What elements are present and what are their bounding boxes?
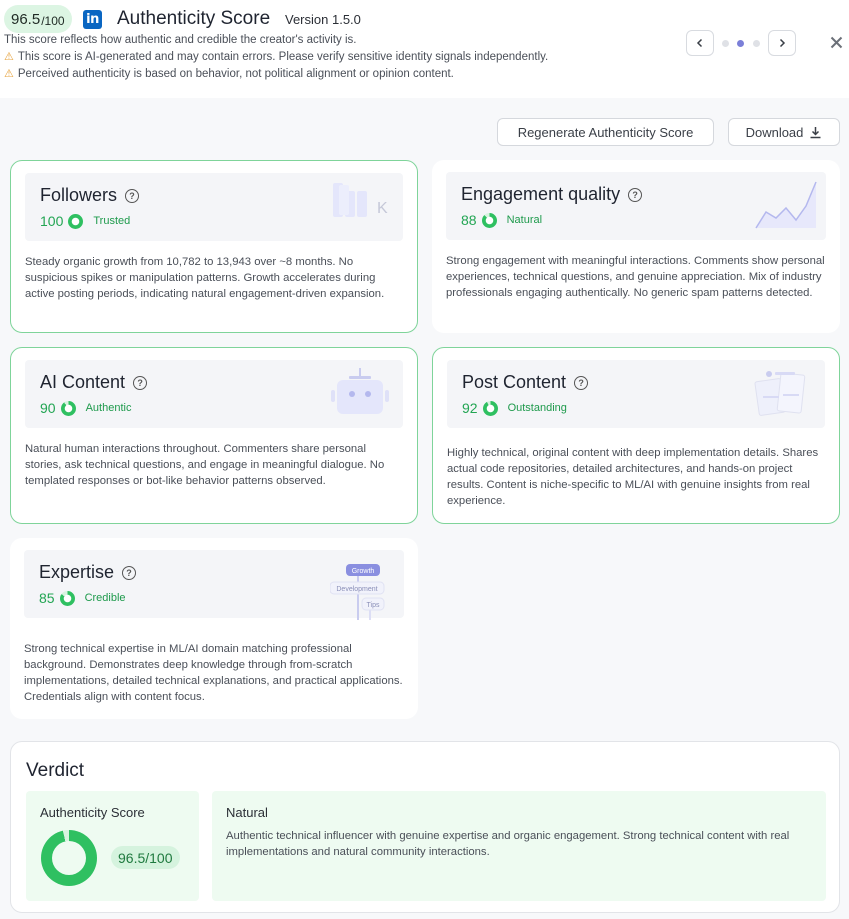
card-score: 85 Credible (39, 590, 126, 606)
chevron-left-icon (696, 38, 703, 48)
tag-development: Development (336, 586, 377, 593)
robot-icon (331, 368, 389, 414)
score-ring-icon (60, 400, 76, 416)
card-score: 100 Trusted (40, 213, 130, 229)
verdict-score-pill: 96.5/100 (111, 846, 180, 869)
prev-button[interactable] (686, 30, 714, 56)
help-icon[interactable]: ? (122, 565, 137, 580)
card-score: 90 Authentic (40, 400, 131, 416)
status-label: Outstanding (507, 402, 567, 414)
close-button[interactable] (830, 33, 843, 54)
card-body: Strong engagement with meaningful intera… (446, 255, 825, 299)
tag-growth: Growth (352, 568, 375, 575)
tag-tips: Tips (367, 602, 380, 609)
help-icon[interactable]: ? (574, 375, 589, 390)
score-ring-icon (59, 590, 75, 606)
close-icon (830, 36, 843, 49)
score-value: 90 (40, 400, 56, 416)
growth-tags-icon: Growth Development Tips (330, 564, 385, 620)
card-title: Post Content ? (462, 372, 589, 393)
expertise-card: Expertise ? 85 Credible Growth Developme… (10, 538, 418, 719)
verdict-score-label: Authenticity Score (40, 805, 145, 820)
help-icon[interactable]: ? (125, 188, 140, 203)
card-body: Steady organic growth from 10,782 to 13,… (25, 256, 385, 300)
help-icon[interactable]: ? (133, 375, 148, 390)
header-score-denominator: /100 (41, 13, 65, 28)
card-title-text: Engagement quality (461, 184, 621, 204)
header-score-pill: 96.5/100 (4, 5, 72, 33)
card-title: AI Content ? (40, 372, 148, 393)
post-content-card: Post Content ? 92 Outstanding Highly tec… (432, 347, 840, 524)
card-score: 88 Natural (461, 212, 542, 228)
verdict-score-box: Authenticity Score 96.5/100 (26, 791, 199, 901)
card-title: Expertise ? (39, 562, 137, 583)
card-title-text: Followers (40, 185, 118, 205)
ai-content-card: AI Content ? 90 Authentic Natural human … (10, 347, 418, 524)
next-button[interactable] (768, 30, 796, 56)
header: 96.5/100 in Authenticity Score Version 1… (0, 0, 849, 98)
score-value: 92 (462, 400, 478, 416)
card-header: Followers ? 100 Trusted K (25, 173, 403, 241)
page-title: Authenticity Score (117, 8, 271, 29)
score-ring-icon (481, 212, 497, 228)
card-title-text: Expertise (39, 562, 115, 582)
verdict-title: Verdict (26, 760, 85, 781)
warning-icon: ⚠ (4, 51, 14, 63)
card-header: Expertise ? 85 Credible Growth Developme… (24, 550, 404, 620)
trend-chart-icon (755, 181, 817, 229)
verdict-panel: Verdict Authenticity Score 96.5/100 Natu… (10, 741, 840, 913)
card-score: 92 Outstanding (462, 400, 567, 416)
status-label: Trusted (93, 215, 131, 227)
header-score: 96.5 (11, 10, 41, 28)
warning-text: This score is AI-generated and may conta… (17, 50, 549, 63)
status-label: Natural (506, 214, 543, 226)
regenerate-button[interactable]: Regenerate Authenticity Score (497, 118, 714, 146)
score-value: 85 (39, 590, 55, 606)
score-ring-icon (68, 213, 84, 229)
card-title-text: AI Content (40, 372, 126, 392)
score-ring-icon (482, 400, 498, 416)
engagement-card: Engagement quality ? 88 Natural Strong e… (432, 160, 840, 333)
regenerate-label: Regenerate Authenticity Score (517, 124, 694, 140)
download-label: Download (745, 124, 804, 140)
card-body: Highly technical, original content with … (447, 447, 819, 507)
linkedin-icon: in (83, 10, 102, 29)
page-dot-1[interactable] (722, 40, 729, 47)
card-header: AI Content ? 90 Authentic (25, 360, 403, 428)
score-value: 88 (461, 212, 477, 228)
score-description: This score reflects how authentic and cr… (4, 34, 357, 46)
score-value: 100 (40, 213, 64, 229)
score-donut (41, 830, 97, 886)
verdict-natural-text: Authentic technical influencer with genu… (226, 830, 790, 858)
version-label: Version 1.5.0 (285, 12, 361, 27)
page-dot-3[interactable] (753, 40, 760, 47)
followers-illustration-icon: K (333, 183, 388, 217)
verdict-natural-box: Natural Authentic technical influencer w… (212, 791, 826, 901)
verdict-natural-label: Natural (226, 805, 268, 820)
download-button[interactable]: Download (728, 118, 840, 146)
warning-text: Perceived authenticity is based on behav… (17, 67, 454, 80)
status-label: Credible (84, 592, 126, 604)
card-title: Followers ? (40, 185, 140, 206)
help-icon[interactable]: ? (628, 187, 643, 202)
status-label: Authentic (85, 402, 132, 414)
card-header: Engagement quality ? 88 Natural (446, 172, 826, 240)
followers-card: Followers ? 100 Trusted K Steady organic… (10, 160, 418, 333)
card-body: Strong technical expertise in ML/AI doma… (24, 643, 403, 703)
illustration-letter: K (377, 200, 388, 217)
card-header: Post Content ? 92 Outstanding (447, 360, 825, 428)
chevron-right-icon (779, 38, 786, 48)
download-icon (810, 126, 821, 138)
page-dot-2[interactable] (737, 40, 744, 47)
warning-icon: ⚠ (4, 68, 14, 80)
warning-line-1: ⚠ This score is AI-generated and may con… (4, 50, 549, 64)
card-title-text: Post Content (462, 372, 567, 392)
warning-line-2: ⚠ Perceived authenticity is based on beh… (4, 67, 454, 81)
card-body: Natural human interactions throughout. C… (25, 443, 385, 487)
card-title: Engagement quality ? (461, 184, 643, 205)
post-cards-icon (754, 371, 806, 416)
